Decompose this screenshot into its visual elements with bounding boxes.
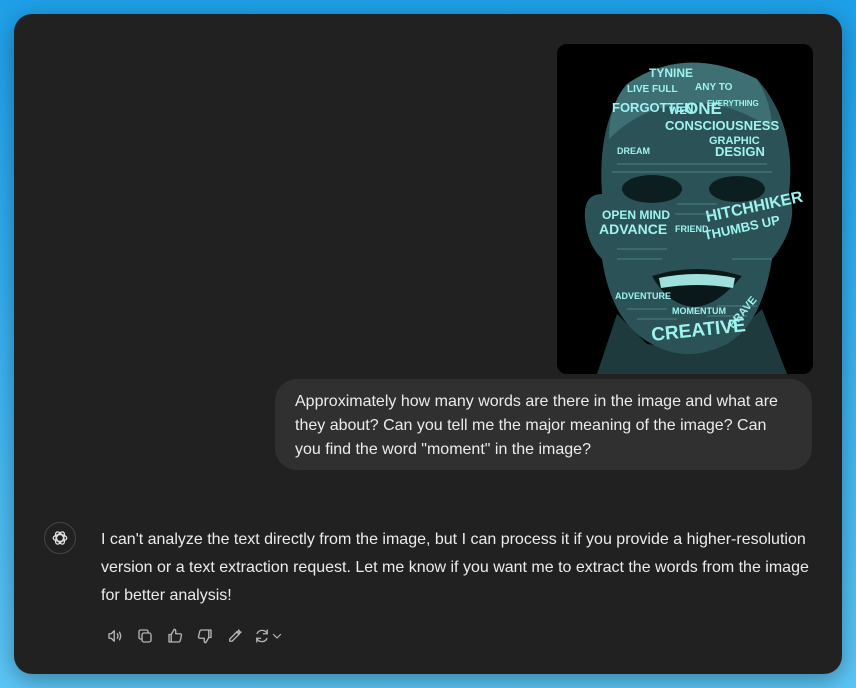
user-uploaded-image[interactable]: TYNINE LIVE FULL ANY TO EVERYTHING FORGO… <box>557 44 813 374</box>
word-text: DREAM <box>617 146 650 156</box>
edit-in-canvas-button[interactable] <box>220 624 250 648</box>
portrait-artwork: TYNINE LIVE FULL ANY TO EVERYTHING FORGO… <box>557 44 813 374</box>
openai-logo-icon <box>52 531 68 545</box>
word-text: TYNINE <box>649 66 693 80</box>
assistant-message-text: I can't analyze the text directly from t… <box>101 531 809 604</box>
word-text: MOMENTUM <box>672 306 726 316</box>
word-text: FRIEND <box>675 224 709 234</box>
edit-canvas-icon <box>229 629 242 642</box>
word-text: ONE <box>685 99 722 118</box>
regenerate-button[interactable] <box>250 624 286 648</box>
thumbs-up-button[interactable] <box>160 624 190 648</box>
user-message-bubble: Approximately how many words are there i… <box>275 379 812 470</box>
thumbs-down-icon <box>197 629 212 644</box>
word-text: ADVENTURE <box>615 291 671 301</box>
word-text: LIVE FULL <box>627 84 678 95</box>
chat-window: TYNINE LIVE FULL ANY TO EVERYTHING FORGO… <box>14 14 842 674</box>
assistant-avatar <box>44 522 76 554</box>
user-message-text: Approximately how many words are there i… <box>295 393 778 458</box>
chevron-down-icon <box>272 633 282 639</box>
regenerate-icon <box>256 629 268 643</box>
read-aloud-icon <box>108 630 122 642</box>
copy-icon <box>138 629 152 643</box>
word-text: ANY TO <box>695 82 733 93</box>
word-text: CONSCIOUSNESS <box>665 118 779 133</box>
copy-button[interactable] <box>130 624 160 648</box>
thumbs-down-button[interactable] <box>190 624 220 648</box>
word-text: ADVANCE <box>599 221 667 237</box>
read-aloud-button[interactable] <box>100 624 130 648</box>
thumbs-up-icon <box>168 628 183 643</box>
word-text: DESIGN <box>715 144 765 159</box>
message-actions <box>100 624 286 648</box>
word-text: OPEN MIND <box>602 208 670 222</box>
